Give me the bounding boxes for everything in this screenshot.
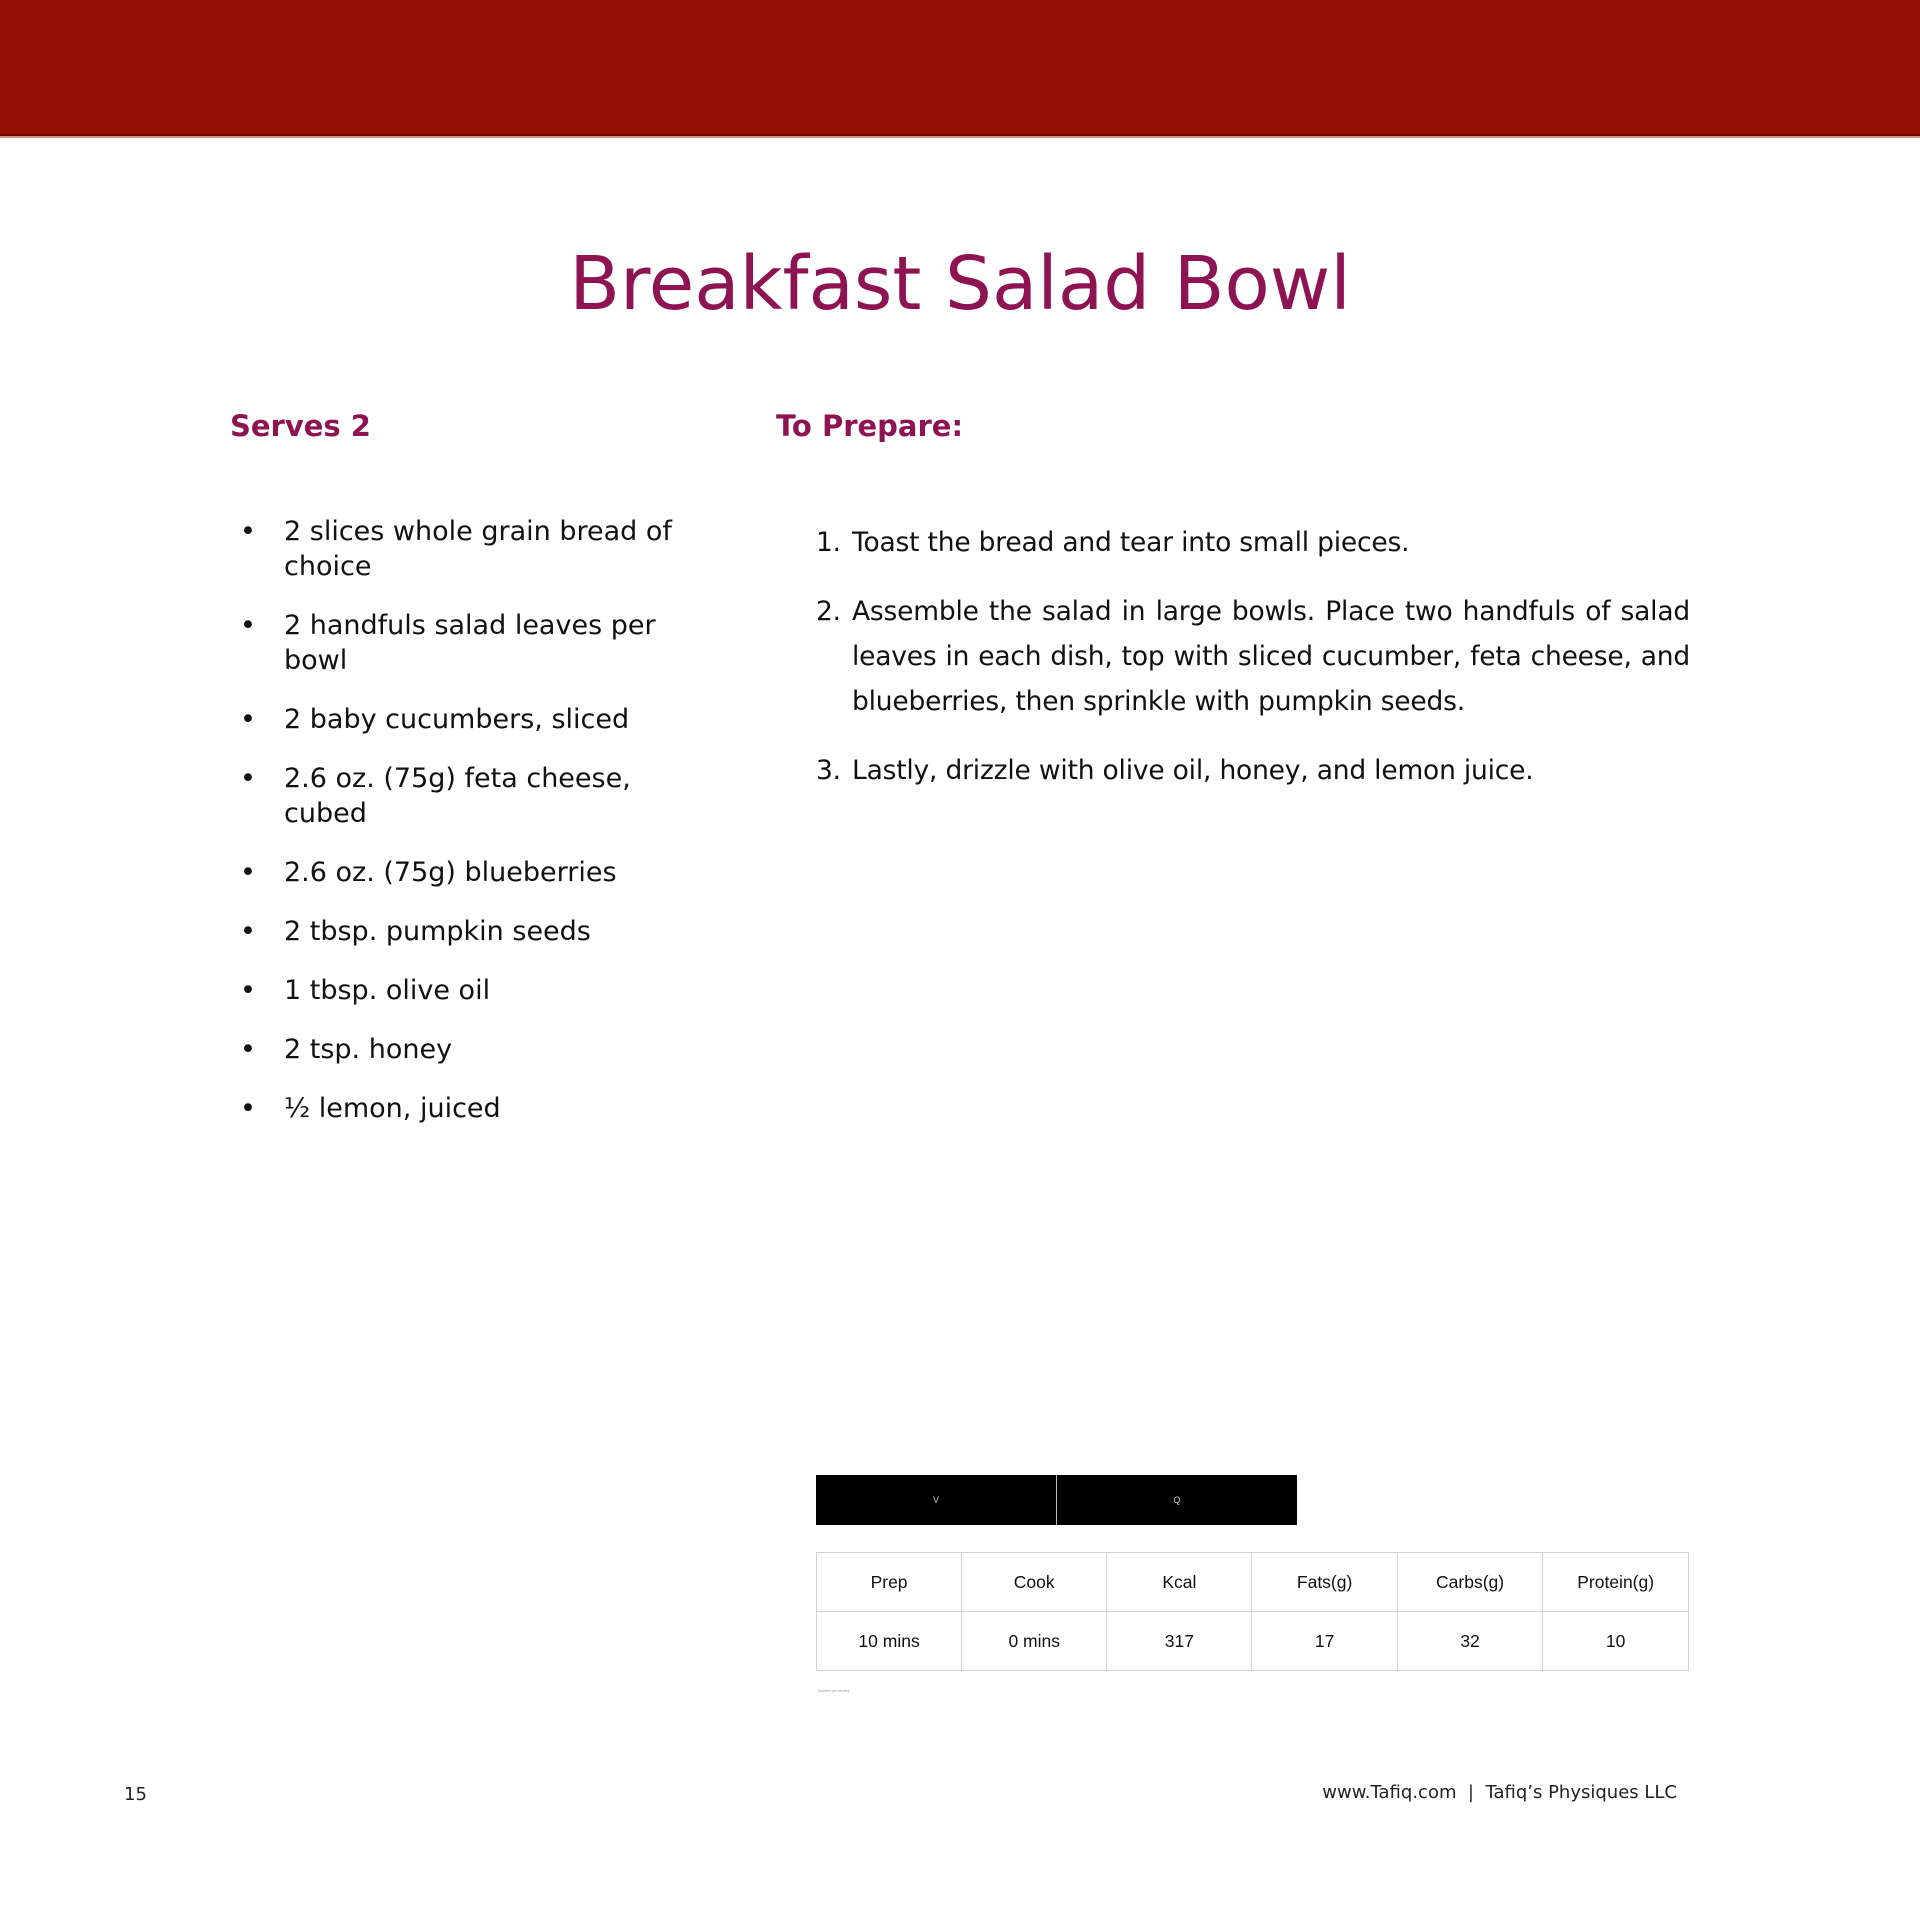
value-cook: 0 mins (961, 1611, 1108, 1671)
bullet-icon: • (240, 916, 256, 947)
ingredient-text: 2 tbsp. pumpkin seeds (284, 916, 591, 947)
step-text: Assemble the salad in large bowls. Place… (852, 596, 1690, 717)
diet-badge-bar: V Q (816, 1475, 1297, 1525)
step-item: 2. Assemble the salad in large bowls. Pla… (812, 589, 1690, 724)
ingredient-text: 2 slices whole grain bread of choice (284, 516, 672, 582)
step-number: 3. (816, 755, 841, 786)
ingredient-item: • 2 handfuls salad leaves per bowl (236, 608, 706, 678)
ingredient-item: • 2 slices whole grain bread of choice (236, 514, 706, 584)
header-cook: Cook (961, 1552, 1108, 1612)
step-text: Lastly, drizzle with olive oil, honey, a… (852, 755, 1534, 786)
value-kcal: 317 (1106, 1611, 1253, 1671)
step-text: Toast the bread and tear into small piec… (852, 527, 1410, 558)
ingredient-item: • 2 baby cucumbers, sliced (236, 702, 706, 737)
header-kcal: Kcal (1106, 1552, 1253, 1612)
ingredient-text: 2.6 oz. (75g) feta cheese, cubed (284, 763, 631, 829)
recipe-title: Breakfast Salad Bowl (569, 241, 1351, 327)
ingredient-item: • 2.6 oz. (75g) feta cheese, cubed (236, 761, 706, 831)
bullet-icon: • (240, 975, 256, 1006)
header-carbs: Carbs(g) (1396, 1552, 1544, 1612)
value-fats: 17 (1251, 1611, 1398, 1671)
ingredient-item: • 2 tbsp. pumpkin seeds (236, 914, 706, 949)
vegetarian-icon: V (932, 1495, 939, 1505)
ingredient-item: • ½ lemon, juiced (236, 1091, 706, 1126)
ingredient-item: • 2.6 oz. (75g) blueberries (236, 855, 706, 890)
ingredient-text: ½ lemon, juiced (284, 1093, 501, 1124)
header-protein: Protein(g) (1542, 1552, 1689, 1612)
step-number: 2. (816, 596, 841, 627)
bullet-icon: • (240, 1034, 256, 1065)
step-item: 1. Toast the bread and tear into small pi… (812, 520, 1690, 565)
header-fats: Fats(g) (1251, 1552, 1398, 1612)
nutrition-note: Nutrition per serving (818, 1689, 850, 1693)
nutrition-table: Prep Cook Kcal Fats(g) Carbs(g) Protein(… (815, 1552, 1689, 1671)
bullet-icon: • (240, 704, 256, 735)
step-number: 1. (816, 527, 841, 558)
ingredients-list: • 2 slices whole grain bread of choice • 2… (236, 514, 706, 1150)
bullet-icon: • (240, 763, 256, 794)
header-prep: Prep (815, 1552, 963, 1612)
ingredient-text: 2.6 oz. (75g) blueberries (284, 857, 617, 888)
value-protein: 10 (1542, 1611, 1689, 1671)
preparation-steps: 1. Toast the bread and tear into small pi… (812, 520, 1690, 817)
ingredient-text: 2 tsp. honey (284, 1034, 453, 1065)
step-item: 3. Lastly, drizzle with olive oil, honey,… (812, 748, 1690, 793)
header-band (0, 0, 1920, 136)
page-number: 15 (124, 1784, 147, 1805)
value-prep: 10 mins (815, 1611, 963, 1671)
bullet-icon: • (240, 1093, 256, 1124)
ingredient-text: 2 handfuls salad leaves per bowl (284, 610, 656, 676)
ingredient-item: • 2 tsp. honey (236, 1032, 706, 1067)
ingredient-text: 2 baby cucumbers, sliced (284, 704, 630, 735)
quick-icon: Q (1056, 1475, 1297, 1525)
footer-credit: www.Tafiq.com | Tafiq’s Physiques LLC (1322, 1782, 1677, 1803)
serves-heading: Serves 2 (230, 409, 371, 443)
ingredient-text: 1 tbsp. olive oil (284, 975, 491, 1006)
prepare-heading: To Prepare: (776, 409, 964, 443)
bullet-icon: • (240, 857, 256, 888)
table-row: 10 mins 0 mins 317 17 32 10 (815, 1611, 1689, 1671)
bullet-icon: • (240, 516, 256, 547)
value-carbs: 32 (1396, 1611, 1544, 1671)
table-header-row: Prep Cook Kcal Fats(g) Carbs(g) Protein(… (815, 1552, 1689, 1612)
bullet-icon: • (240, 610, 256, 641)
ingredient-item: • 1 tbsp. olive oil (236, 973, 706, 1008)
